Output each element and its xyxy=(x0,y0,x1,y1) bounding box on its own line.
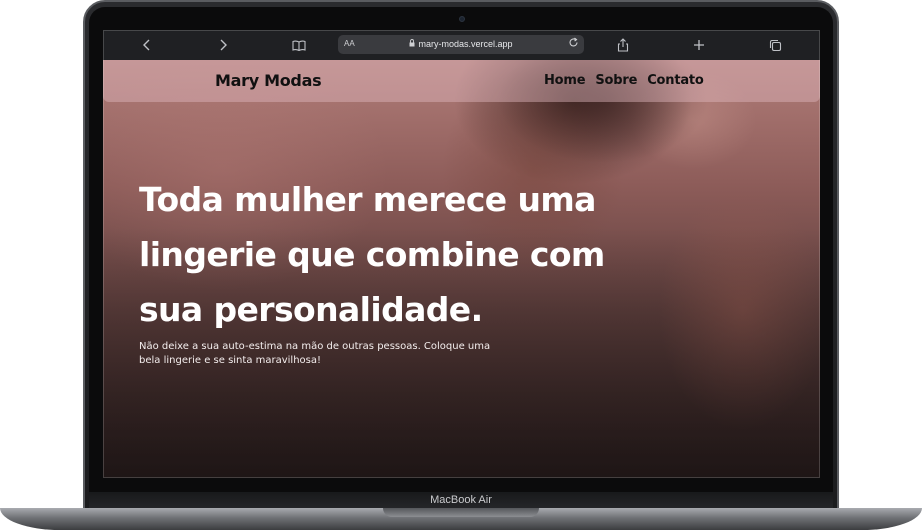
laptop-hinge-notch xyxy=(383,508,539,517)
nav-link-home[interactable]: Home xyxy=(544,73,586,88)
nav-links: Home Sobre Contato xyxy=(544,73,704,88)
device-brand-label: MacBook Air xyxy=(430,494,492,506)
url-display: mary-modas.vercel.app xyxy=(338,39,584,49)
laptop-screen: AA mary-modas.vercel.app Mary Modas Home… xyxy=(103,30,820,478)
browser-toolbar: AA mary-modas.vercel.app xyxy=(103,30,820,60)
reload-icon[interactable] xyxy=(568,37,579,51)
site-logo[interactable]: Mary Modas xyxy=(215,71,322,90)
nav-link-sobre[interactable]: Sobre xyxy=(595,73,637,88)
chevron-right-icon[interactable] xyxy=(213,36,233,54)
book-icon[interactable] xyxy=(289,36,309,54)
plus-icon[interactable] xyxy=(689,36,709,54)
chevron-left-icon[interactable] xyxy=(137,36,157,54)
tabs-icon[interactable] xyxy=(765,36,785,54)
hero-headline: Toda mulher merece uma lingerie que comb… xyxy=(139,180,605,329)
share-icon[interactable] xyxy=(613,36,633,54)
site-navbar: Mary Modas Home Sobre Contato xyxy=(103,60,820,102)
address-bar[interactable]: AA mary-modas.vercel.app xyxy=(338,35,584,54)
webcam-icon xyxy=(459,16,465,22)
nav-link-contato[interactable]: Contato xyxy=(647,73,704,88)
hero-subtext: Não deixe a sua auto-estima na mão de ou… xyxy=(139,341,491,366)
url-text: mary-modas.vercel.app xyxy=(418,39,513,49)
lock-icon xyxy=(409,39,415,49)
